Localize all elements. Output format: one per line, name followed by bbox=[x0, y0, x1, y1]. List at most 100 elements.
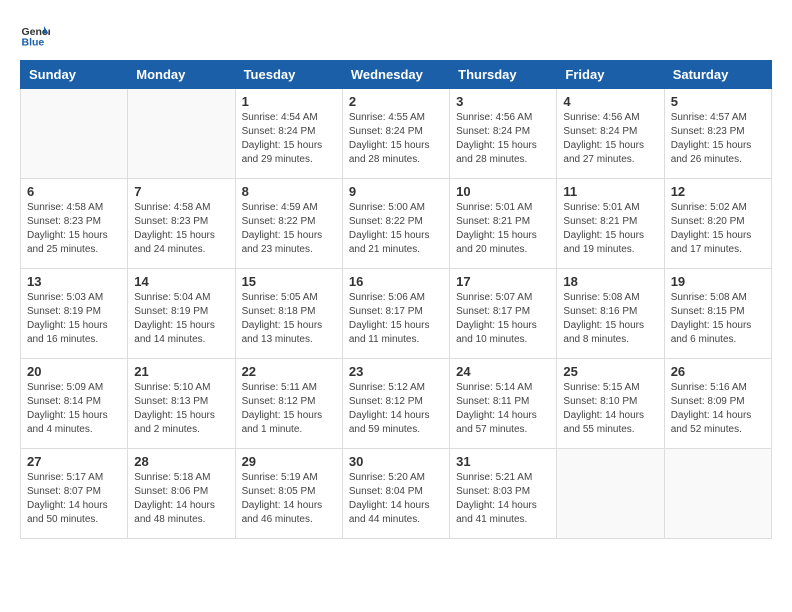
day-number: 21 bbox=[134, 364, 228, 379]
day-info: Sunrise: 5:03 AM Sunset: 8:19 PM Dayligh… bbox=[27, 291, 121, 347]
day-info: Sunrise: 4:55 AM Sunset: 8:24 PM Dayligh… bbox=[349, 111, 443, 167]
calendar-week-row: 1 Sunrise: 4:54 AM Sunset: 8:24 PM Daylig… bbox=[21, 89, 772, 179]
day-number: 25 bbox=[563, 364, 657, 379]
calendar-day-cell: 12 Sunrise: 5:02 AM Sunset: 8:20 PM Dayli… bbox=[664, 179, 771, 269]
weekday-header: Friday bbox=[557, 61, 664, 89]
day-info: Sunrise: 4:56 AM Sunset: 8:24 PM Dayligh… bbox=[456, 111, 550, 167]
day-number: 22 bbox=[242, 364, 336, 379]
day-info: Sunrise: 5:17 AM Sunset: 8:07 PM Dayligh… bbox=[27, 471, 121, 527]
calendar-day-cell: 26 Sunrise: 5:16 AM Sunset: 8:09 PM Dayli… bbox=[664, 359, 771, 449]
calendar-day-cell: 28 Sunrise: 5:18 AM Sunset: 8:06 PM Dayli… bbox=[128, 449, 235, 539]
day-info: Sunrise: 4:58 AM Sunset: 8:23 PM Dayligh… bbox=[134, 201, 228, 257]
calendar-day-cell: 27 Sunrise: 5:17 AM Sunset: 8:07 PM Dayli… bbox=[21, 449, 128, 539]
day-info: Sunrise: 5:16 AM Sunset: 8:09 PM Dayligh… bbox=[671, 381, 765, 437]
day-info: Sunrise: 4:59 AM Sunset: 8:22 PM Dayligh… bbox=[242, 201, 336, 257]
calendar-day-cell: 20Sunrise: 5:09 AM Sunset: 8:14 PM Dayli… bbox=[21, 359, 128, 449]
day-number: 9 bbox=[349, 184, 443, 199]
calendar-day-cell: 30 Sunrise: 5:20 AM Sunset: 8:04 PM Dayli… bbox=[342, 449, 449, 539]
calendar-day-cell bbox=[21, 89, 128, 179]
calendar-day-cell: 10 Sunrise: 5:01 AM Sunset: 8:21 PM Dayli… bbox=[450, 179, 557, 269]
calendar-day-cell: 8 Sunrise: 4:59 AM Sunset: 8:22 PM Daylig… bbox=[235, 179, 342, 269]
day-info: Sunrise: 5:05 AM Sunset: 8:18 PM Dayligh… bbox=[242, 291, 336, 347]
day-number: 4 bbox=[563, 94, 657, 109]
calendar-day-cell: 14Sunrise: 5:04 AM Sunset: 8:19 PM Dayli… bbox=[128, 269, 235, 359]
day-info: Sunrise: 5:01 AM Sunset: 8:21 PM Dayligh… bbox=[456, 201, 550, 257]
calendar-week-row: 20Sunrise: 5:09 AM Sunset: 8:14 PM Dayli… bbox=[21, 359, 772, 449]
calendar-day-cell: 2 Sunrise: 4:55 AM Sunset: 8:24 PM Daylig… bbox=[342, 89, 449, 179]
day-info: Sunrise: 4:56 AM Sunset: 8:24 PM Dayligh… bbox=[563, 111, 657, 167]
calendar-day-cell: 25 Sunrise: 5:15 AM Sunset: 8:10 PM Dayli… bbox=[557, 359, 664, 449]
weekday-header: Saturday bbox=[664, 61, 771, 89]
day-info: Sunrise: 5:08 AM Sunset: 8:15 PM Dayligh… bbox=[671, 291, 765, 347]
day-number: 24 bbox=[456, 364, 550, 379]
page-header: General Blue bbox=[20, 20, 772, 50]
calendar-day-cell: 24 Sunrise: 5:14 AM Sunset: 8:11 PM Dayli… bbox=[450, 359, 557, 449]
day-number: 1 bbox=[242, 94, 336, 109]
calendar-day-cell: 22 Sunrise: 5:11 AM Sunset: 8:12 PM Dayli… bbox=[235, 359, 342, 449]
day-info: Sunrise: 5:14 AM Sunset: 8:11 PM Dayligh… bbox=[456, 381, 550, 437]
day-number: 23 bbox=[349, 364, 443, 379]
calendar-day-cell: 7 Sunrise: 4:58 AM Sunset: 8:23 PM Daylig… bbox=[128, 179, 235, 269]
calendar-day-cell: 5Sunrise: 4:57 AM Sunset: 8:23 PM Daylig… bbox=[664, 89, 771, 179]
day-number: 8 bbox=[242, 184, 336, 199]
day-number: 12 bbox=[671, 184, 765, 199]
day-info: Sunrise: 5:12 AM Sunset: 8:12 PM Dayligh… bbox=[349, 381, 443, 437]
day-number: 5 bbox=[671, 94, 765, 109]
day-number: 17 bbox=[456, 274, 550, 289]
logo-icon: General Blue bbox=[20, 20, 50, 50]
day-info: Sunrise: 5:18 AM Sunset: 8:06 PM Dayligh… bbox=[134, 471, 228, 527]
calendar-day-cell: 6Sunrise: 4:58 AM Sunset: 8:23 PM Daylig… bbox=[21, 179, 128, 269]
calendar-day-cell: 11Sunrise: 5:01 AM Sunset: 8:21 PM Dayli… bbox=[557, 179, 664, 269]
day-info: Sunrise: 5:10 AM Sunset: 8:13 PM Dayligh… bbox=[134, 381, 228, 437]
day-number: 13 bbox=[27, 274, 121, 289]
day-info: Sunrise: 5:15 AM Sunset: 8:10 PM Dayligh… bbox=[563, 381, 657, 437]
day-info: Sunrise: 4:58 AM Sunset: 8:23 PM Dayligh… bbox=[27, 201, 121, 257]
calendar-day-cell: 19 Sunrise: 5:08 AM Sunset: 8:15 PM Dayli… bbox=[664, 269, 771, 359]
day-number: 29 bbox=[242, 454, 336, 469]
day-number: 15 bbox=[242, 274, 336, 289]
day-number: 31 bbox=[456, 454, 550, 469]
weekday-header: Sunday bbox=[21, 61, 128, 89]
day-number: 10 bbox=[456, 184, 550, 199]
calendar-day-cell: 4 Sunrise: 4:56 AM Sunset: 8:24 PM Daylig… bbox=[557, 89, 664, 179]
calendar-table: SundayMondayTuesdayWednesdayThursdayFrid… bbox=[20, 60, 772, 539]
calendar-day-cell bbox=[664, 449, 771, 539]
day-info: Sunrise: 5:19 AM Sunset: 8:05 PM Dayligh… bbox=[242, 471, 336, 527]
calendar-day-cell: 3 Sunrise: 4:56 AM Sunset: 8:24 PM Daylig… bbox=[450, 89, 557, 179]
day-number: 2 bbox=[349, 94, 443, 109]
day-number: 7 bbox=[134, 184, 228, 199]
calendar-day-cell bbox=[557, 449, 664, 539]
calendar-day-cell: 1 Sunrise: 4:54 AM Sunset: 8:24 PM Daylig… bbox=[235, 89, 342, 179]
calendar-day-cell: 18Sunrise: 5:08 AM Sunset: 8:16 PM Dayli… bbox=[557, 269, 664, 359]
calendar-day-cell: 23 Sunrise: 5:12 AM Sunset: 8:12 PM Dayli… bbox=[342, 359, 449, 449]
day-info: Sunrise: 5:07 AM Sunset: 8:17 PM Dayligh… bbox=[456, 291, 550, 347]
day-number: 3 bbox=[456, 94, 550, 109]
day-number: 18 bbox=[563, 274, 657, 289]
day-info: Sunrise: 5:01 AM Sunset: 8:21 PM Dayligh… bbox=[563, 201, 657, 257]
calendar-day-cell: 16Sunrise: 5:06 AM Sunset: 8:17 PM Dayli… bbox=[342, 269, 449, 359]
day-number: 16 bbox=[349, 274, 443, 289]
calendar-week-row: 27 Sunrise: 5:17 AM Sunset: 8:07 PM Dayli… bbox=[21, 449, 772, 539]
day-info: Sunrise: 5:21 AM Sunset: 8:03 PM Dayligh… bbox=[456, 471, 550, 527]
calendar-header-row: SundayMondayTuesdayWednesdayThursdayFrid… bbox=[21, 61, 772, 89]
day-number: 27 bbox=[27, 454, 121, 469]
weekday-header: Thursday bbox=[450, 61, 557, 89]
calendar-day-cell: 17 Sunrise: 5:07 AM Sunset: 8:17 PM Dayli… bbox=[450, 269, 557, 359]
day-number: 14 bbox=[134, 274, 228, 289]
day-number: 26 bbox=[671, 364, 765, 379]
day-info: Sunrise: 5:00 AM Sunset: 8:22 PM Dayligh… bbox=[349, 201, 443, 257]
day-number: 28 bbox=[134, 454, 228, 469]
calendar-day-cell: 29 Sunrise: 5:19 AM Sunset: 8:05 PM Dayli… bbox=[235, 449, 342, 539]
logo: General Blue bbox=[20, 20, 50, 50]
day-info: Sunrise: 5:02 AM Sunset: 8:20 PM Dayligh… bbox=[671, 201, 765, 257]
day-info: Sunrise: 4:54 AM Sunset: 8:24 PM Dayligh… bbox=[242, 111, 336, 167]
calendar-day-cell bbox=[128, 89, 235, 179]
day-info: Sunrise: 5:09 AM Sunset: 8:14 PM Dayligh… bbox=[27, 381, 121, 437]
calendar-week-row: 13 Sunrise: 5:03 AM Sunset: 8:19 PM Dayli… bbox=[21, 269, 772, 359]
calendar-day-cell: 13 Sunrise: 5:03 AM Sunset: 8:19 PM Dayli… bbox=[21, 269, 128, 359]
day-info: Sunrise: 5:20 AM Sunset: 8:04 PM Dayligh… bbox=[349, 471, 443, 527]
day-info: Sunrise: 5:11 AM Sunset: 8:12 PM Dayligh… bbox=[242, 381, 336, 437]
weekday-header: Monday bbox=[128, 61, 235, 89]
day-number: 30 bbox=[349, 454, 443, 469]
day-number: 19 bbox=[671, 274, 765, 289]
